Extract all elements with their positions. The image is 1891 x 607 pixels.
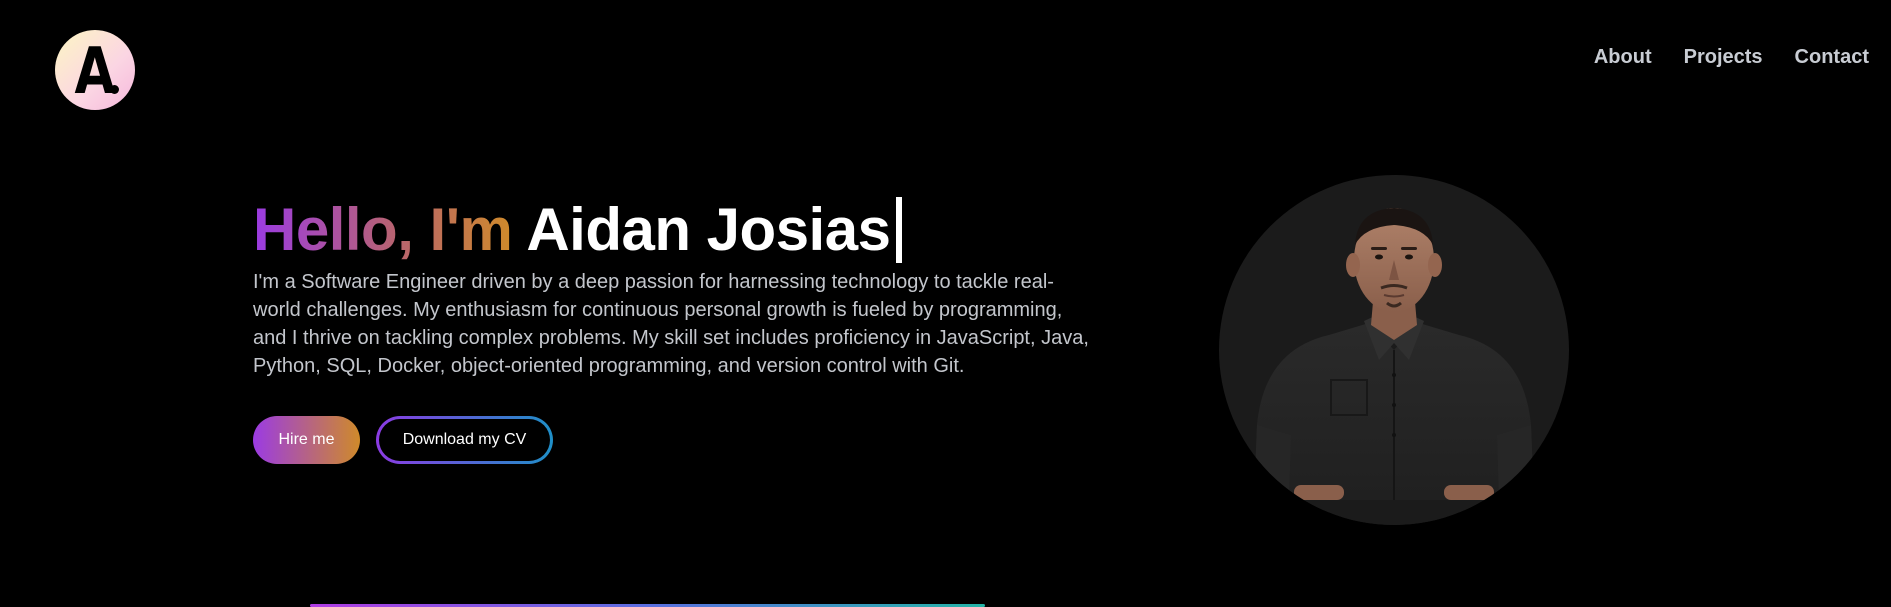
download-cv-button[interactable]: Download my CV [376,416,553,464]
nav-projects-link[interactable]: Projects [1684,46,1763,69]
hero-section: Hello, I'm Aidan Josias I'm a Software E… [253,192,1093,464]
download-cv-label: Download my CV [402,431,527,448]
person-icon [1219,208,1569,525]
hero-greeting: Hello, I'm [253,192,513,268]
nav-contact-link[interactable]: Contact [1795,46,1869,69]
hero-bio: I'm a Software Engineer driven by a deep… [253,271,1089,377]
hero-buttons: Hire me Download my CV [253,416,1093,464]
download-cv-inner: Download my CV [379,419,550,461]
logo-dot [110,85,119,94]
hero-name: Aidan Josias [526,196,891,263]
main-nav: About Projects Contact [1594,46,1869,69]
hero-headline: Hello, I'm Aidan Josias [253,192,1093,268]
profile-photo [1219,175,1569,525]
nav-about-link[interactable]: About [1594,46,1652,69]
logo-letter: A [74,35,116,109]
hire-me-label: Hire me [278,431,335,448]
typing-cursor [896,197,903,263]
site-logo[interactable]: A [55,30,135,110]
hire-me-button[interactable]: Hire me [253,416,360,464]
